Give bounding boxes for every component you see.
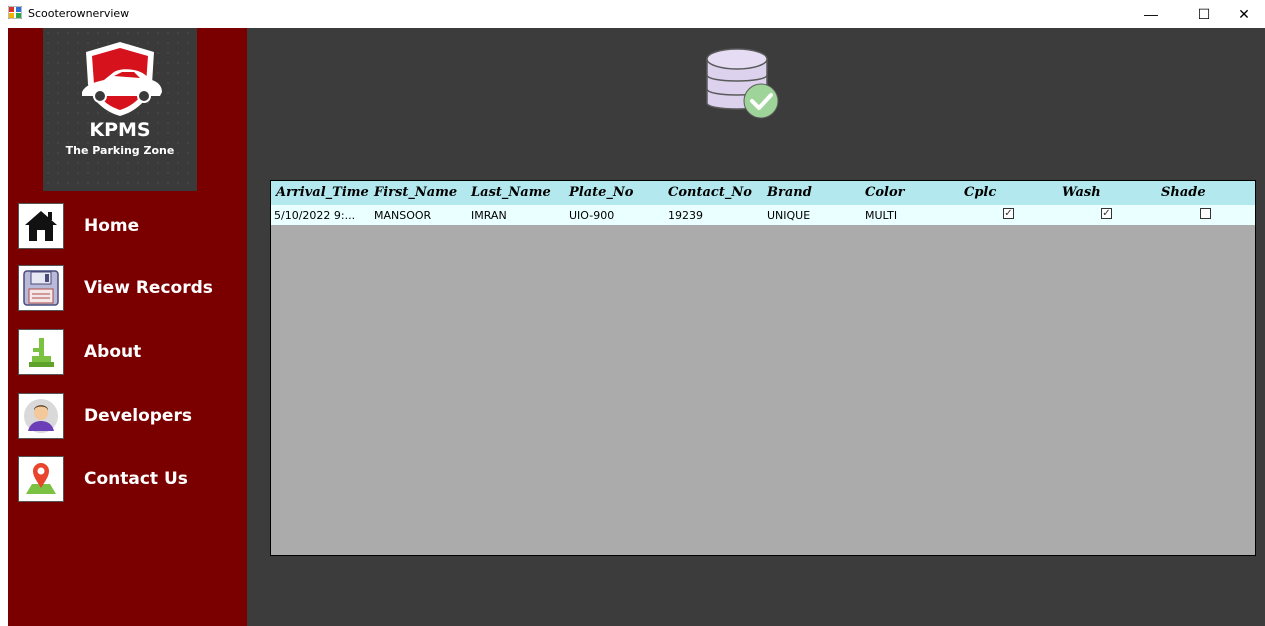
nav-label-view-records: View Records <box>84 278 213 298</box>
column-header-cplc[interactable]: Cplc <box>964 185 996 200</box>
minimize-button[interactable]: — <box>1128 0 1174 28</box>
cell-plate-no[interactable]: UIO-900 <box>569 209 614 222</box>
table-row[interactable]: 5/10/2022 9:... MANSOOR IMRAN UIO-900 19… <box>271 205 1255 225</box>
nav-item-view-records[interactable]: View Records <box>18 265 243 313</box>
cell-last-name[interactable]: IMRAN <box>471 209 507 222</box>
map-pin-icon <box>18 456 64 502</box>
close-icon: ✕ <box>1238 5 1250 22</box>
window-title: Scooterownerview <box>28 7 130 20</box>
about-icon <box>18 329 64 375</box>
close-button[interactable]: ✕ <box>1221 0 1265 28</box>
column-header-plate-no[interactable]: Plate_No <box>569 185 633 200</box>
cell-contact-no[interactable]: 19239 <box>668 209 703 222</box>
wash-checkbox[interactable]: ✓ <box>1101 208 1112 219</box>
nav-item-developers[interactable]: Developers <box>18 393 243 441</box>
nav-item-contact-us[interactable]: Contact Us <box>18 456 243 504</box>
nav-item-home[interactable]: Home <box>18 203 243 251</box>
app-icon <box>8 6 22 19</box>
cell-first-name[interactable]: MANSOOR <box>374 209 431 222</box>
records-grid[interactable]: Arrival_Time First_Name Last_Name Plate_… <box>270 180 1256 556</box>
database-check-icon <box>706 48 779 119</box>
nav-label-developers: Developers <box>84 406 192 426</box>
column-header-shade[interactable]: Shade <box>1161 185 1206 200</box>
cplc-checkbox[interactable]: ✓ <box>1003 208 1014 219</box>
nav-item-about[interactable]: About <box>18 329 243 377</box>
nav-label-home: Home <box>84 216 140 236</box>
cell-color[interactable]: MULTI <box>865 209 897 222</box>
minimize-icon: — <box>1144 6 1158 22</box>
shield-car-logo-icon <box>82 42 162 116</box>
nav-label-about: About <box>84 342 142 362</box>
column-header-contact-no[interactable]: Contact_No <box>668 185 752 200</box>
column-header-color[interactable]: Color <box>865 185 904 200</box>
brand-name: KPMS <box>89 119 151 141</box>
column-header-first-name[interactable]: First_Name <box>374 185 457 200</box>
cell-brand[interactable]: UNIQUE <box>767 209 810 222</box>
window-titlebar: Scooterownerview — ☐ ✕ <box>0 0 1265 28</box>
shade-checkbox[interactable] <box>1200 208 1211 219</box>
grid-header: Arrival_Time First_Name Last_Name Plate_… <box>271 181 1255 205</box>
floppy-disk-icon <box>18 265 64 311</box>
nav-label-contact-us: Contact Us <box>84 469 188 489</box>
brand-tagline: The Parking Zone <box>65 144 175 157</box>
cell-arrival-time[interactable]: 5/10/2022 9:... <box>274 209 355 222</box>
maximize-icon: ☐ <box>1197 5 1211 22</box>
home-icon <box>18 203 64 249</box>
developer-avatar-icon <box>18 393 64 439</box>
column-header-last-name[interactable]: Last_Name <box>471 185 551 200</box>
column-header-brand[interactable]: Brand <box>767 185 812 200</box>
column-header-arrival-time[interactable]: Arrival_Time <box>276 185 369 200</box>
logo-panel: KPMS The Parking Zone <box>43 28 197 191</box>
column-header-wash[interactable]: Wash <box>1062 185 1101 200</box>
